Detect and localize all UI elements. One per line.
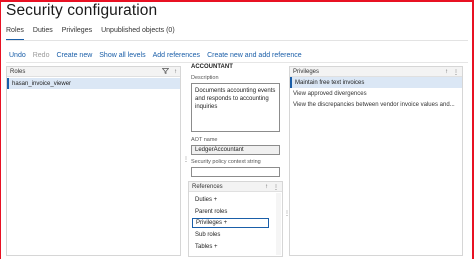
references-scrollbar[interactable] <box>276 193 281 255</box>
description-label: Description <box>191 75 219 81</box>
roles-header-label: Roles <box>10 68 26 75</box>
privileges-panel: Privileges ↑ ⋮ Maintain free text invoic… <box>289 66 463 256</box>
reference-label: Tables + <box>195 244 218 250</box>
reference-label: Privileges + <box>196 220 228 226</box>
reference-label: Parent roles <box>195 209 228 215</box>
redo-button[interactable]: Redo <box>33 52 50 59</box>
roles-panel: Roles ↑ hasan_invoice_viewer <box>6 66 181 256</box>
window-frame-left <box>0 0 1 259</box>
list-item[interactable]: View approved divergences <box>290 88 462 99</box>
more-options-icon[interactable]: ⋮ <box>453 69 459 76</box>
context-string-field[interactable] <box>191 167 280 177</box>
sort-icon[interactable]: ↑ <box>265 184 268 190</box>
privilege-name: View approved divergences <box>293 90 367 97</box>
role-heading: ACCOUNTANT <box>191 64 233 70</box>
tab-bar: Roles Duties Privileges Unpublished obje… <box>6 27 175 40</box>
role-name: hasan_invoice_viewer <box>12 80 72 87</box>
references-header: References ↑ ⋮ <box>189 182 282 192</box>
sort-icon[interactable]: ↑ <box>445 69 448 75</box>
add-references-button[interactable]: Add references <box>153 52 200 59</box>
action-bar: Undo Redo Create new Show all levels Add… <box>9 52 302 59</box>
reference-item-sub-roles[interactable]: Sub roles <box>192 230 269 240</box>
page-title: Security configuration <box>6 2 158 19</box>
reference-item-parent-roles[interactable]: Parent roles <box>192 207 269 217</box>
reference-item-duties[interactable]: Duties + <box>192 195 269 205</box>
list-item[interactable]: hasan_invoice_viewer <box>7 78 180 89</box>
tab-roles[interactable]: Roles <box>6 27 24 40</box>
references-panel: References ↑ ⋮ Duties + Parent roles Pri… <box>188 181 283 257</box>
reference-item-privileges[interactable]: Privileges + <box>192 218 269 228</box>
sort-icon[interactable]: ↑ <box>174 69 177 75</box>
filter-icon[interactable] <box>161 68 170 76</box>
description-field[interactable]: Documents accounting events and responds… <box>191 83 280 132</box>
tab-divider <box>6 40 468 41</box>
tab-privileges[interactable]: Privileges <box>62 27 92 40</box>
list-item[interactable]: Maintain free text invoices <box>290 77 462 88</box>
tab-unpublished-objects[interactable]: Unpublished objects (0) <box>101 27 175 40</box>
privilege-name: View the discrepancies between vendor in… <box>293 101 455 108</box>
aot-name-label: AOT name <box>191 137 218 143</box>
show-all-levels-button[interactable]: Show all levels <box>99 52 145 59</box>
undo-button[interactable]: Undo <box>9 52 26 59</box>
create-new-button[interactable]: Create new <box>56 52 92 59</box>
privilege-name: Maintain free text invoices <box>295 79 365 86</box>
more-options-icon[interactable]: ⋮ <box>273 184 279 191</box>
roles-panel-header: Roles ↑ <box>7 67 180 77</box>
aot-name-field[interactable]: LedgerAccountant <box>191 145 280 155</box>
context-string-label: Security policy context string <box>191 159 261 165</box>
reference-item-tables[interactable]: Tables + <box>192 242 269 252</box>
reference-label: Sub roles <box>195 232 221 238</box>
create-new-and-add-reference-button[interactable]: Create new and add reference <box>207 52 302 59</box>
privileges-header-label: Privileges <box>293 68 320 75</box>
privileges-panel-header: Privileges ↑ ⋮ <box>290 67 462 77</box>
references-header-label: References <box>192 183 223 190</box>
list-item[interactable]: View the discrepancies between vendor in… <box>290 99 462 110</box>
reference-label: Duties + <box>195 197 218 203</box>
tab-duties[interactable]: Duties <box>33 27 53 40</box>
